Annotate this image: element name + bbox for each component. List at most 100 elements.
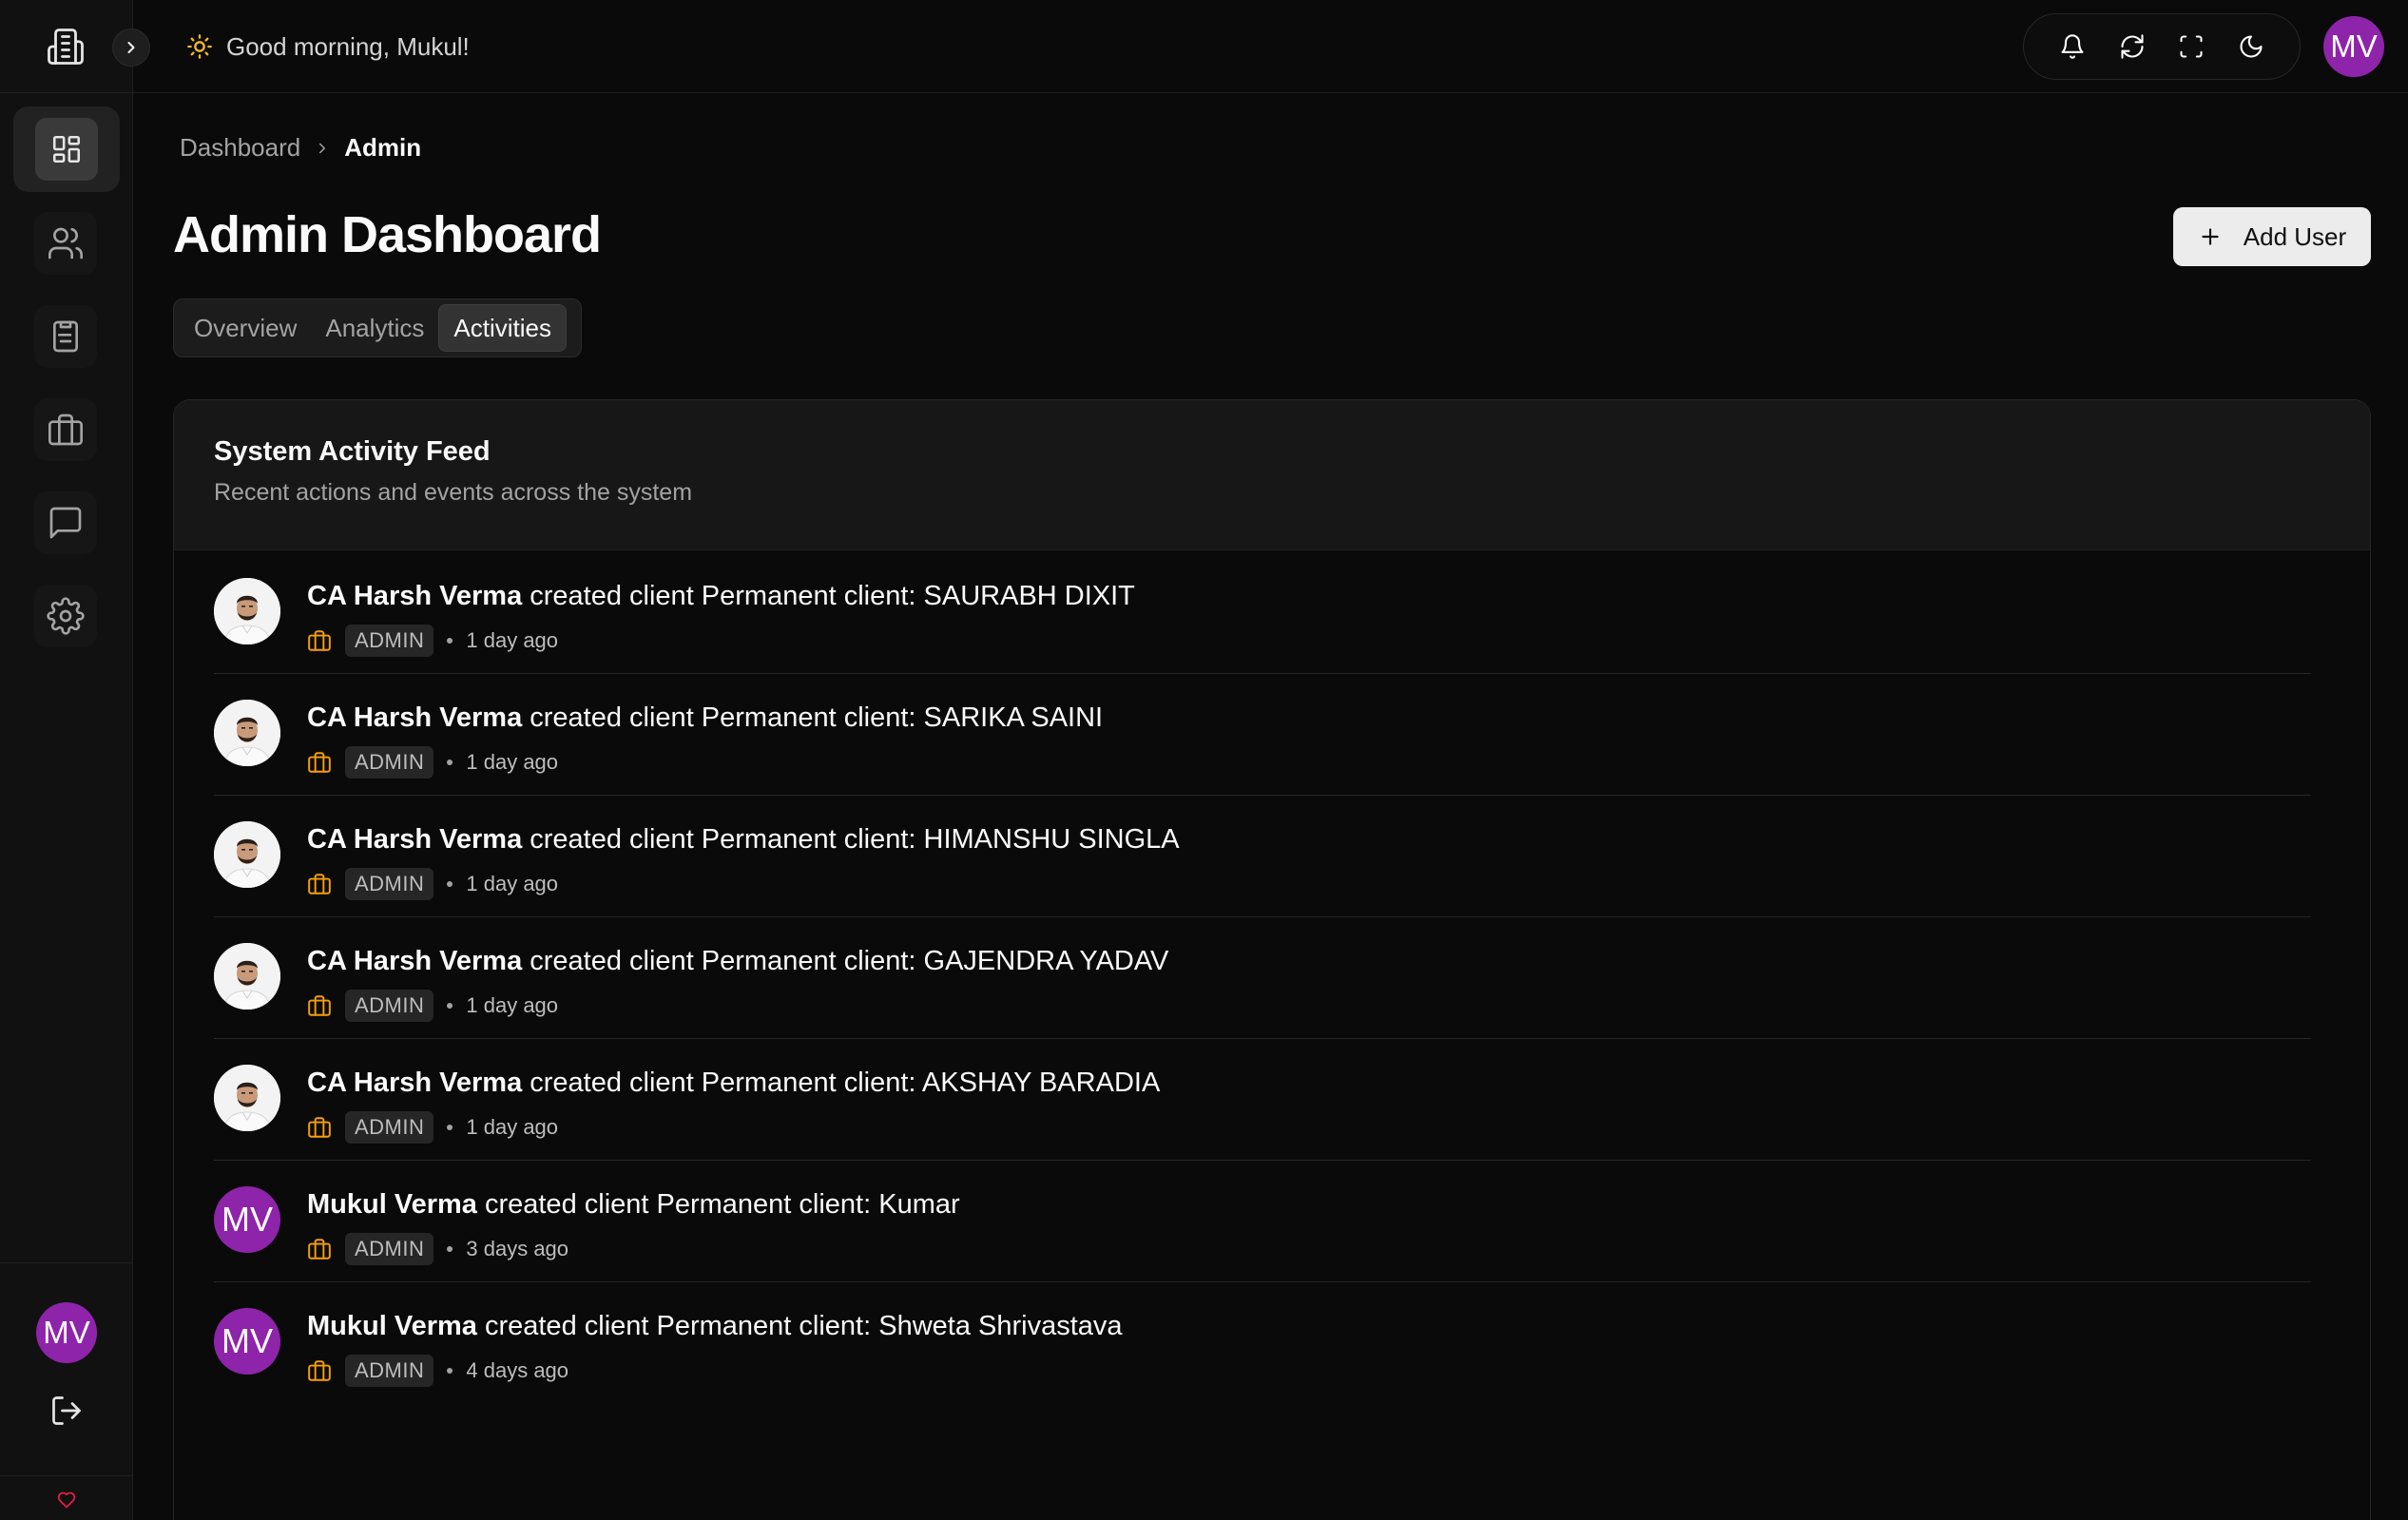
activity-meta: ADMIN 1 day ago xyxy=(307,1111,558,1144)
activity-item[interactable]: MV Mukul Verma created client Permanent c… xyxy=(214,1161,2311,1282)
activity-time: 1 day ago xyxy=(466,993,559,1017)
activity-item[interactable]: CA Harsh Verma created client Permanent … xyxy=(214,552,2311,674)
activity-action: created client Permanent client: AKSHAY … xyxy=(522,1068,1161,1098)
page-title: Admin Dashboard xyxy=(173,206,602,263)
activity-item[interactable]: CA Harsh Verma created client Permanent … xyxy=(214,796,2311,917)
briefcase-icon xyxy=(308,752,331,773)
separator-dot xyxy=(447,881,453,887)
role-badge: ADMIN xyxy=(345,625,434,657)
separator-dot xyxy=(447,1368,453,1374)
activity-actor: CA Harsh Verma xyxy=(307,581,523,611)
activity-text: Mukul Verma created client Permanent cli… xyxy=(307,1311,1123,1342)
sidebar: MV xyxy=(0,0,150,1520)
activity-meta: ADMIN 1 day ago xyxy=(307,868,558,900)
activity-meta: ADMIN 1 day ago xyxy=(307,746,558,779)
activity-action: created client Permanent client: SAURABH… xyxy=(522,581,1135,611)
card-subtitle: Recent actions and events across the sys… xyxy=(214,479,693,506)
breadcrumb-dashboard-link[interactable]: Dashboard xyxy=(180,133,300,163)
activity-text: CA Harsh Verma created client Permanent … xyxy=(307,946,1168,977)
separator-dot xyxy=(447,1125,453,1130)
activity-time: 3 days ago xyxy=(466,1237,569,1260)
top-bar: Good morning, Mukul! MV xyxy=(133,0,2408,93)
users-icon xyxy=(48,227,83,260)
tab-analytics[interactable]: Analytics xyxy=(311,304,438,352)
briefcase-icon xyxy=(308,874,331,895)
activity-actor: Mukul Verma xyxy=(307,1311,477,1341)
activity-time: 1 day ago xyxy=(466,628,559,652)
sidebar-expand-button[interactable] xyxy=(112,29,150,67)
breadcrumb: Dashboard Admin xyxy=(180,133,421,163)
logout-icon[interactable] xyxy=(49,1394,84,1428)
sidebar-item-dashboard[interactable] xyxy=(13,106,120,192)
user-avatar[interactable]: MV xyxy=(2323,16,2384,77)
activity-action: created client Permanent client: HIMANSH… xyxy=(522,824,1180,855)
settings-icon xyxy=(47,597,85,635)
chevron-right-icon xyxy=(319,143,326,153)
moon-icon xyxy=(2240,35,2263,58)
briefcase-icon xyxy=(308,630,331,651)
fullscreen-icon xyxy=(2180,35,2203,58)
sidebar-item-users[interactable] xyxy=(34,212,97,275)
activity-meta: ADMIN 1 day ago xyxy=(307,990,558,1022)
user-photo-avatar xyxy=(214,700,280,766)
layout-dashboard-icon xyxy=(52,135,81,164)
activity-time: 4 days ago xyxy=(466,1358,569,1382)
briefcase-icon xyxy=(48,414,83,446)
bell-icon xyxy=(2061,34,2084,59)
separator-dot xyxy=(447,760,453,765)
activity-item[interactable]: MV Mukul Verma created client Permanent c… xyxy=(214,1282,2311,1404)
activity-text: CA Harsh Verma created client Permanent … xyxy=(307,824,1180,856)
refresh-icon xyxy=(2121,34,2144,59)
greeting: Good morning, Mukul! xyxy=(186,29,470,65)
activity-text: CA Harsh Verma created client Permanent … xyxy=(307,1068,1160,1099)
notifications-button[interactable] xyxy=(2055,29,2090,64)
chevron-right-icon xyxy=(127,42,135,53)
card-title: System Activity Feed xyxy=(214,436,491,467)
sidebar-item-clients[interactable] xyxy=(34,398,97,461)
plus-icon xyxy=(2202,228,2219,245)
message-square-icon xyxy=(49,507,82,539)
activity-item[interactable]: CA Harsh Verma created client Permanent … xyxy=(214,674,2311,796)
activity-text: Mukul Verma created client Permanent cli… xyxy=(307,1189,960,1221)
role-badge: ADMIN xyxy=(345,868,434,900)
user-photo-avatar xyxy=(214,578,280,645)
activity-meta: ADMIN 3 days ago xyxy=(307,1233,568,1265)
activity-action: created client Permanent client: Shweta … xyxy=(476,1311,1123,1341)
briefcase-icon xyxy=(308,1239,331,1260)
activity-actor: CA Harsh Verma xyxy=(307,946,523,976)
sidebar-footer-divider xyxy=(0,1475,133,1476)
activity-actor: CA Harsh Verma xyxy=(307,824,523,855)
card-header: System Activity Feed Recent actions and … xyxy=(174,400,2370,550)
add-user-label: Add User xyxy=(2243,221,2347,251)
sidebar-item-tasks[interactable] xyxy=(34,305,97,368)
activity-meta: ADMIN 4 days ago xyxy=(307,1355,568,1387)
sidebar-user-avatar[interactable]: MV xyxy=(36,1302,97,1363)
theme-toggle-button[interactable] xyxy=(2234,29,2268,64)
activity-item[interactable]: CA Harsh Verma created client Permanent … xyxy=(214,917,2311,1039)
tab-activities[interactable]: Activities xyxy=(438,304,567,352)
sidebar-item-settings[interactable] xyxy=(34,585,97,647)
activity-list: CA Harsh Verma created client Permanent … xyxy=(214,552,2311,1404)
refresh-button[interactable] xyxy=(2115,29,2149,64)
role-badge: ADMIN xyxy=(345,1355,434,1387)
sidebar-item-messages[interactable] xyxy=(34,491,97,554)
fullscreen-button[interactable] xyxy=(2174,29,2208,64)
activity-actor: CA Harsh Verma xyxy=(307,702,523,733)
add-user-button[interactable]: Add User xyxy=(2173,207,2371,266)
top-actions-group xyxy=(2023,13,2301,80)
role-badge: ADMIN xyxy=(345,1233,434,1265)
role-badge: ADMIN xyxy=(345,1111,434,1144)
activity-action: created client Permanent client: SARIKA … xyxy=(522,702,1104,733)
separator-dot xyxy=(447,1246,453,1252)
user-photo-avatar xyxy=(214,1065,280,1131)
app-root: MV Good morning, Mukul! MV Dashboard Adm… xyxy=(0,0,2408,1520)
separator-dot xyxy=(447,638,453,644)
role-badge: ADMIN xyxy=(345,990,434,1022)
role-badge: ADMIN xyxy=(345,746,434,779)
tab-overview[interactable]: Overview xyxy=(180,304,311,352)
tabs: Overview Analytics Activities xyxy=(173,298,582,357)
sidebar-divider xyxy=(0,1262,133,1263)
briefcase-icon xyxy=(308,995,331,1016)
activity-item[interactable]: CA Harsh Verma created client Permanent … xyxy=(214,1039,2311,1161)
building-logo-icon[interactable] xyxy=(46,25,86,68)
